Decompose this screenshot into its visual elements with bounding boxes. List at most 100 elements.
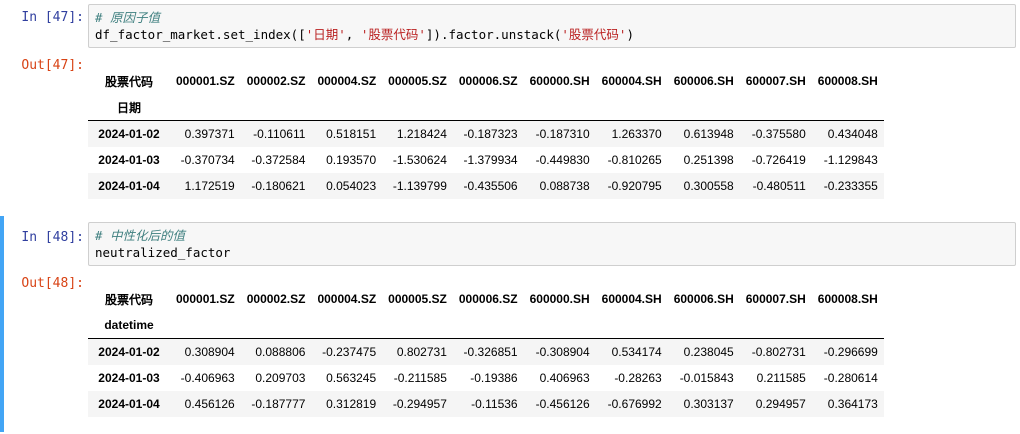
column-header: 600007.SH [745, 292, 806, 306]
table-cell: -0.294957 [382, 391, 453, 417]
header-spacer [523, 94, 596, 121]
table-cell: -0.370734 [180, 153, 235, 167]
header-spacer [452, 94, 524, 121]
table-cell: 0.193570 [326, 153, 377, 167]
table-cell: -0.449830 [535, 153, 590, 167]
header-spacer [452, 312, 524, 339]
table-cell: 0.294957 [739, 391, 812, 417]
code-line: neutralized_factor [95, 245, 231, 260]
input-prompt: In [47]: [21, 10, 84, 25]
table-cell: -0.296699 [811, 338, 884, 365]
table-cell: 0.238045 [667, 338, 740, 365]
header-spacer [382, 312, 453, 339]
code-comment: # 原因子值 [95, 10, 161, 25]
input-prompt: In [48]: [21, 230, 84, 245]
table-cell: -0.280614 [823, 371, 878, 385]
columns-axis-label: 股票代码 [104, 292, 153, 307]
table-cell: 0.312819 [311, 391, 383, 417]
table-cell: -0.180621 [240, 173, 312, 199]
table-cell: 0.802731 [382, 338, 453, 365]
table-cell: -0.435506 [452, 173, 524, 199]
table-cell: -0.233355 [811, 173, 884, 199]
table-cell: 0.534174 [595, 338, 668, 365]
header-spacer [170, 94, 241, 121]
table-cell: -0.237475 [311, 338, 383, 365]
code-comment: # 中性化后的值 [95, 228, 186, 243]
table-row: 2024-01-04 1.172519 -0.180621 0.054023 -1.13… [88, 173, 884, 199]
table-cell: -0.015843 [679, 371, 734, 385]
header-spacer [240, 312, 312, 339]
table-cell: 0.308904 [170, 338, 241, 365]
column-header: 000002.SZ [246, 292, 306, 306]
table-cell: 0.088738 [523, 173, 596, 199]
dataframe-table: 股票代码 000001.SZ 000002.SZ 000004.SZ 000005.SZ… [88, 286, 884, 417]
table-cell: 0.300558 [667, 173, 740, 199]
table-cell: -0.676992 [595, 391, 668, 417]
notebook-cell-48[interactable]: In [48]: # 中性化后的值 neutralized_factor Out… [0, 216, 1020, 432]
row-index-label: 2024-01-03 [98, 371, 160, 385]
table-row: 2024-01-03 -0.370734 -0.372584 0.193570 -1.5… [88, 147, 884, 173]
row-index-label: 2024-01-04 [88, 391, 170, 417]
table-cell: -0.28263 [614, 371, 662, 385]
table-cell: 1.263370 [595, 120, 668, 147]
row-index-label: 2024-01-02 [88, 120, 170, 147]
column-header: 000006.SZ [458, 292, 518, 306]
header-spacer [739, 94, 812, 121]
table-cell: -0.187323 [452, 120, 524, 147]
header-spacer [667, 94, 740, 121]
table-cell: -0.372584 [251, 153, 306, 167]
table-cell: 1.218424 [382, 120, 453, 147]
dataframe-output: 股票代码 000001.SZ 000002.SZ 000004.SZ 000005.SZ… [88, 68, 884, 199]
header-spacer [311, 312, 383, 339]
table-cell: 0.434048 [811, 120, 884, 147]
index-axis-label: datetime [88, 312, 170, 339]
table-cell: 0.303137 [667, 391, 740, 417]
header-spacer [811, 94, 884, 121]
header-spacer [523, 312, 596, 339]
table-row: 2024-01-02 0.308904 0.088806 -0.237475 0.802… [88, 338, 884, 365]
table-cell: 0.563245 [326, 371, 377, 385]
column-header: 600006.SH [673, 292, 734, 306]
table-cell: -0.308904 [523, 338, 596, 365]
table-cell: -0.187777 [240, 391, 312, 417]
column-header: 000005.SZ [388, 74, 447, 88]
column-header: 600008.SH [817, 74, 878, 88]
table-cell: -0.375580 [739, 120, 812, 147]
table-cell: -1.379934 [463, 153, 518, 167]
table-cell: 0.054023 [311, 173, 383, 199]
table-cell: -1.530624 [392, 153, 447, 167]
code-line: df_factor_market.set_index(['日期', '股票代码'… [95, 27, 634, 42]
table-cell: -1.139799 [382, 173, 453, 199]
table-cell: 0.406963 [539, 371, 590, 385]
table-cell: 0.088806 [240, 338, 312, 365]
column-header: 000004.SZ [317, 74, 377, 88]
header-spacer [311, 94, 383, 121]
header-spacer [170, 312, 241, 339]
column-header: 600000.SH [529, 74, 590, 88]
header-spacer [595, 312, 668, 339]
table-cell: -0.456126 [523, 391, 596, 417]
table-row: 2024-01-04 0.456126 -0.187777 0.312819 -0.29… [88, 391, 884, 417]
header-spacer [667, 312, 740, 339]
header-spacer [739, 312, 812, 339]
table-cell: -0.211585 [393, 371, 447, 385]
table-cell: 1.172519 [170, 173, 241, 199]
column-header: 600006.SH [673, 74, 734, 88]
table-row: 2024-01-03 -0.406963 0.209703 0.563245 -0.21… [88, 365, 884, 391]
table-cell: 0.211585 [756, 371, 806, 385]
column-header: 600008.SH [817, 292, 878, 306]
table-cell: 0.209703 [255, 371, 306, 385]
table-cell: 0.251398 [683, 153, 734, 167]
table-row: 2024-01-02 0.397371 -0.110611 0.518151 1.218… [88, 120, 884, 147]
code-editor[interactable]: # 中性化后的值 neutralized_factor [88, 222, 1016, 266]
table-cell: 0.456126 [170, 391, 241, 417]
notebook-cell-47[interactable]: In [47]: # 原因子值 df_factor_market.set_ind… [0, 0, 1020, 212]
column-header: 000001.SZ [176, 74, 235, 88]
column-header: 000004.SZ [317, 292, 377, 306]
output-prompt: Out[48]: [21, 276, 84, 291]
column-header: 600004.SH [601, 292, 662, 306]
row-index-label: 2024-01-03 [98, 153, 160, 167]
header-spacer [811, 312, 884, 339]
code-editor[interactable]: # 原因子值 df_factor_market.set_index(['日期',… [88, 4, 1016, 48]
dataframe-output: 股票代码 000001.SZ 000002.SZ 000004.SZ 000005.SZ… [88, 286, 884, 417]
